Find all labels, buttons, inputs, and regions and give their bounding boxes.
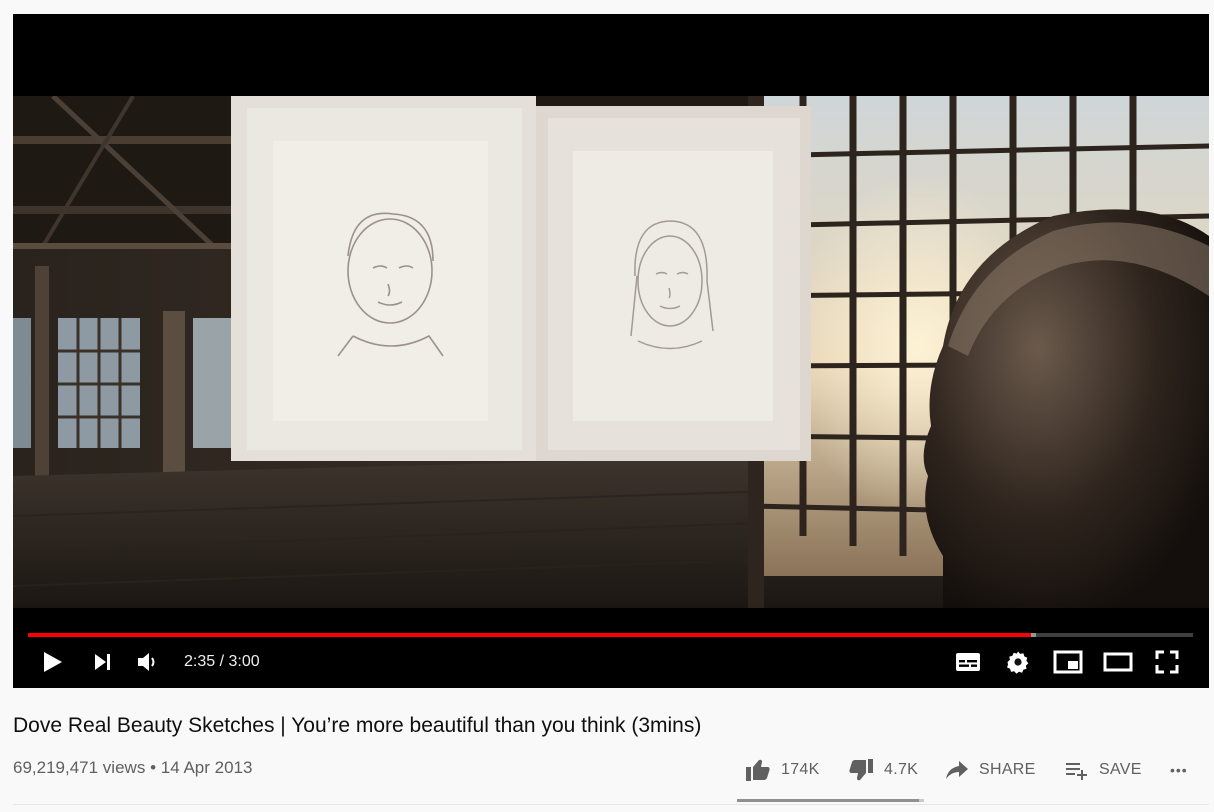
playlist-add-icon bbox=[1066, 763, 1087, 780]
dislike-button[interactable]: 4.7K bbox=[848, 752, 918, 788]
share-button[interactable]: SHARE bbox=[945, 752, 1036, 788]
like-count: 174K bbox=[781, 761, 820, 778]
video-frame[interactable] bbox=[13, 96, 1209, 608]
time-separator: / bbox=[219, 653, 225, 670]
time-display: 2:35 / 3:00 bbox=[184, 653, 260, 671]
subtitles-icon bbox=[956, 653, 980, 671]
play-button[interactable] bbox=[33, 640, 73, 684]
dislike-count: 4.7K bbox=[884, 761, 919, 778]
share-arrow-icon bbox=[946, 761, 968, 779]
video-actions: 174K 4.7K SHARE SAVE ••• bbox=[0, 752, 1214, 788]
seek-bar[interactable] bbox=[28, 633, 1193, 637]
save-label: SAVE bbox=[1099, 761, 1142, 778]
theater-mode-icon bbox=[1103, 652, 1133, 672]
miniplayer-button[interactable] bbox=[1048, 640, 1088, 684]
video-frame-image bbox=[13, 96, 1209, 608]
like-button[interactable]: 174K bbox=[745, 752, 820, 788]
watch-page: 2:35 / 3:00 Dove Real Beauty Sketches | … bbox=[0, 0, 1214, 812]
thumbs-up-icon bbox=[746, 759, 770, 781]
fullscreen-icon bbox=[1155, 650, 1179, 674]
fullscreen-button[interactable] bbox=[1147, 640, 1187, 684]
miniplayer-icon bbox=[1053, 650, 1083, 674]
gear-icon bbox=[1007, 651, 1029, 674]
info-divider bbox=[13, 804, 1209, 805]
video-title: Dove Real Beauty Sketches | You’re more … bbox=[13, 714, 702, 737]
more-horizontal-icon: ••• bbox=[1170, 762, 1188, 778]
next-button[interactable] bbox=[83, 640, 123, 684]
theater-mode-button[interactable] bbox=[1098, 640, 1138, 684]
player-controls: 2:35 / 3:00 bbox=[13, 640, 1209, 684]
play-icon bbox=[44, 652, 62, 672]
subtitles-button[interactable] bbox=[948, 640, 988, 684]
more-actions-button[interactable]: ••• bbox=[1170, 752, 1188, 788]
duration: 3:00 bbox=[228, 653, 260, 670]
sentiment-bar-likes bbox=[737, 799, 920, 802]
sentiment-bar bbox=[737, 799, 924, 802]
volume-icon bbox=[138, 653, 155, 671]
share-label: SHARE bbox=[979, 761, 1036, 778]
mute-button[interactable] bbox=[129, 640, 169, 684]
seek-bar-played bbox=[28, 633, 1032, 637]
thumbs-down-icon bbox=[849, 759, 873, 781]
current-time: 2:35 bbox=[184, 653, 216, 670]
video-player[interactable]: 2:35 / 3:00 bbox=[13, 14, 1209, 688]
save-button[interactable]: SAVE bbox=[1065, 752, 1142, 788]
settings-button[interactable] bbox=[998, 640, 1038, 684]
next-icon bbox=[95, 654, 110, 670]
